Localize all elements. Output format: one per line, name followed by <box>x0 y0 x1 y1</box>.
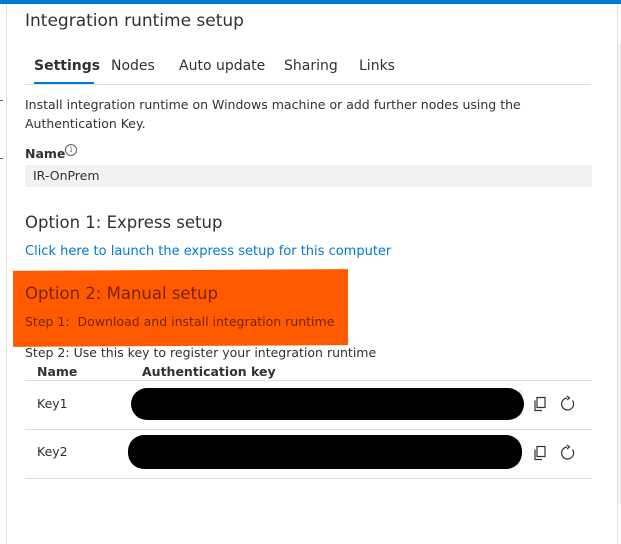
name-field: IR-OnPrem <box>25 165 592 187</box>
key1-redaction <box>131 388 524 420</box>
info-icon[interactable]: i <box>65 144 77 156</box>
option1-heading: Option 1: Express setup <box>25 213 223 232</box>
refresh-icon[interactable] <box>559 444 577 462</box>
option2-heading: Option 2: Manual setup <box>25 284 218 303</box>
tab-bar: Settings Nodes Auto update Sharing Links <box>25 56 591 85</box>
table-divider <box>25 478 592 479</box>
background-divider <box>0 100 3 101</box>
tab-nodes[interactable]: Nodes <box>111 58 155 74</box>
name-label: Name <box>25 146 66 161</box>
column-header-name: Name <box>37 364 78 379</box>
copy-icon[interactable] <box>531 395 549 413</box>
tab-auto-update[interactable]: Auto update <box>179 58 265 74</box>
copy-icon[interactable] <box>531 444 549 462</box>
step2-text: Step 2: Use this key to register your in… <box>25 345 377 360</box>
express-setup-link[interactable]: Click here to launch the express setup f… <box>25 244 391 259</box>
tab-settings[interactable]: Settings <box>34 58 100 74</box>
table-divider <box>25 380 592 381</box>
tab-links[interactable]: Links <box>359 58 395 74</box>
table-divider <box>25 429 592 430</box>
key2-name: Key2 <box>37 444 68 459</box>
key2-redaction <box>128 435 522 469</box>
column-header-auth-key: Authentication key <box>142 364 276 379</box>
background-divider <box>0 158 3 159</box>
key1-name: Key1 <box>37 396 68 411</box>
active-tab-indicator <box>34 82 94 84</box>
annotation-highlight <box>13 269 348 347</box>
settings-description: Install integration runtime on Windows m… <box>25 97 521 131</box>
panel-title: Integration runtime setup <box>25 11 244 31</box>
refresh-icon[interactable] <box>559 395 577 413</box>
step1-download-link[interactable]: Step 1: Download and install integration… <box>25 314 334 329</box>
top-accent-bar <box>0 0 621 4</box>
tab-sharing[interactable]: Sharing <box>284 58 338 74</box>
panel-left-edge <box>6 4 7 544</box>
